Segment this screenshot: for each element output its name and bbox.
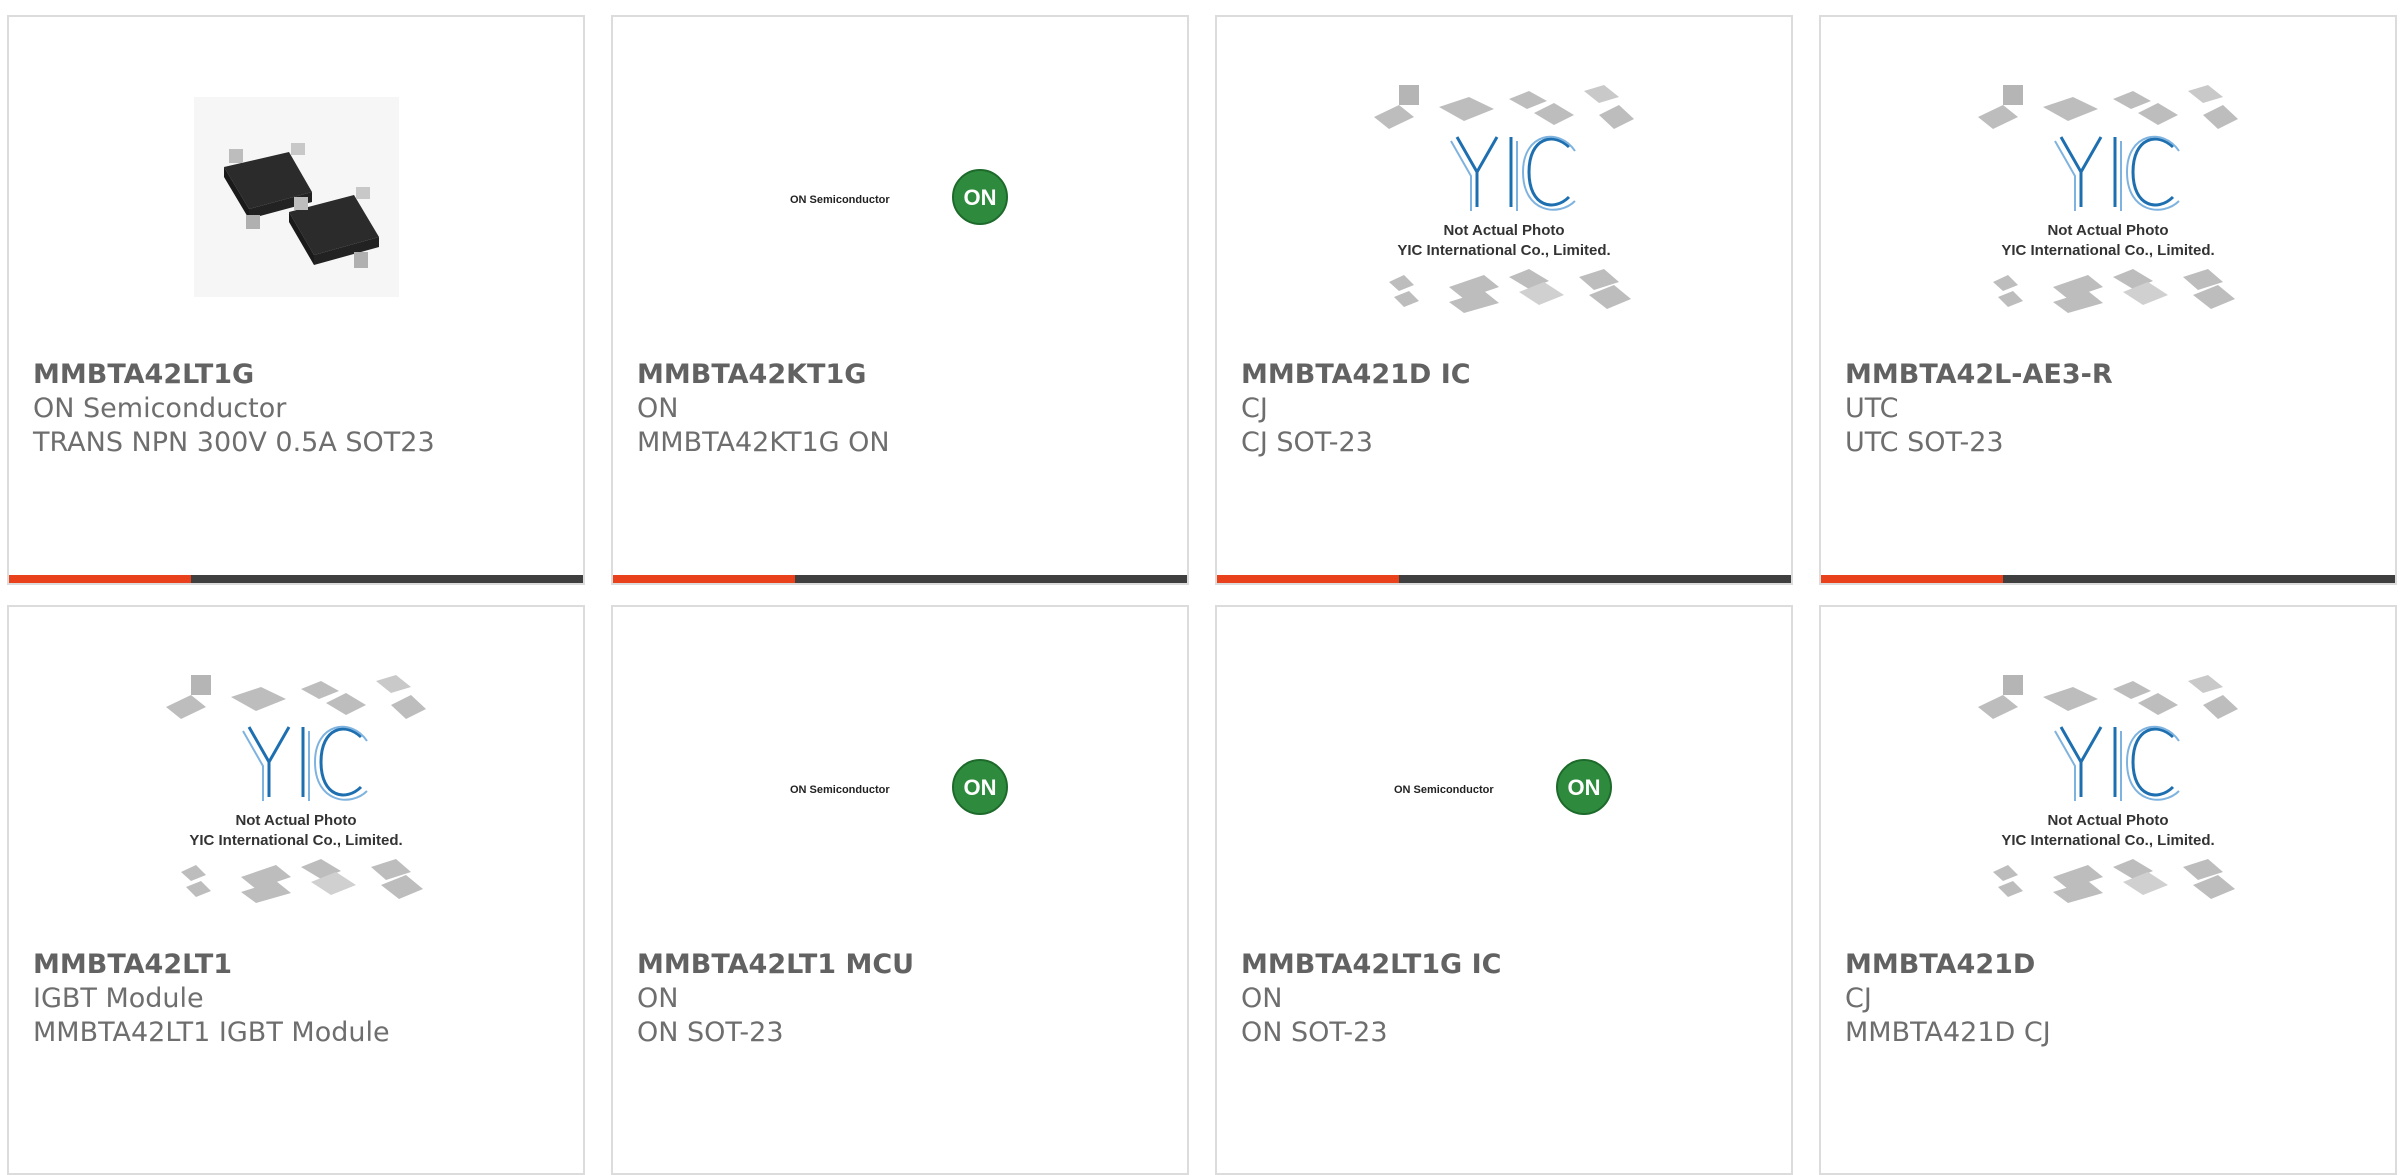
product-description: ON SOT-23 bbox=[637, 1017, 784, 1048]
card-bottom-bar bbox=[1821, 575, 2395, 583]
product-description: CJ SOT-23 bbox=[1241, 427, 1373, 458]
not-actual-photo-text: Not Actual Photo bbox=[1443, 222, 1564, 239]
product-card[interactable]: Not Actual Photo YIC International Co., … bbox=[7, 605, 585, 1175]
product-description: TRANS NPN 300V 0.5A SOT23 bbox=[33, 427, 435, 458]
transistor-photo bbox=[193, 97, 399, 297]
not-actual-photo-text: Not Actual Photo bbox=[2047, 222, 2168, 239]
product-grid: MMBTA42LT1G ON Semiconductor TRANS NPN 3… bbox=[0, 0, 2400, 1175]
product-image[interactable]: Not Actual Photo YIC International Co., … bbox=[1821, 667, 2395, 907]
card-bottom-bar bbox=[1217, 575, 1791, 583]
product-image[interactable]: Not Actual Photo YIC International Co., … bbox=[1217, 77, 1791, 317]
product-name[interactable]: MMBTA42LT1 MCU bbox=[637, 947, 1175, 982]
card-accent-bar bbox=[1821, 575, 2003, 583]
yic-placeholder-image: Not Actual Photo YIC International Co., … bbox=[1978, 85, 2238, 313]
product-manufacturer: ON bbox=[637, 983, 679, 1014]
product-card[interactable]: Not Actual Photo YIC International Co., … bbox=[1215, 15, 1793, 585]
product-name[interactable]: MMBTA42L-AE3-R bbox=[1845, 357, 2383, 392]
product-description: MMBTA421D CJ bbox=[1845, 1017, 2051, 1048]
card-accent-bar bbox=[9, 575, 191, 583]
on-logo-text: ON Semiconductor bbox=[790, 784, 890, 796]
product-description: ON SOT-23 bbox=[1241, 1017, 1388, 1048]
product-name[interactable]: MMBTA42LT1G IC bbox=[1241, 947, 1779, 982]
product-card[interactable]: Not Actual Photo YIC International Co., … bbox=[1819, 15, 2397, 585]
product-manufacturer: ON Semiconductor bbox=[33, 393, 287, 424]
card-accent-bar bbox=[613, 575, 795, 583]
product-name[interactable]: MMBTA421D IC bbox=[1241, 357, 1779, 392]
yic-placeholder-image: Not Actual Photo YIC International Co., … bbox=[1374, 85, 1634, 313]
product-description: MMBTA42LT1 IGBT Module bbox=[33, 1017, 390, 1048]
yic-placeholder-image: Not Actual Photo YIC International Co., … bbox=[166, 675, 426, 903]
yic-placeholder-image: Not Actual Photo YIC International Co., … bbox=[1978, 675, 2238, 903]
product-image[interactable]: ON Semiconductor ON bbox=[613, 667, 1187, 907]
on-logo-text: ON Semiconductor bbox=[1394, 784, 1494, 796]
product-manufacturer: CJ bbox=[1241, 393, 1268, 424]
card-accent-bar bbox=[1217, 575, 1399, 583]
not-actual-photo-text: Not Actual Photo bbox=[2047, 812, 2168, 829]
on-logo-badge: ON bbox=[964, 185, 997, 210]
on-logo-badge: ON bbox=[964, 775, 997, 800]
product-name[interactable]: MMBTA42LT1 bbox=[33, 947, 571, 982]
yic-company-text: YIC International Co., Limited. bbox=[2001, 832, 2214, 849]
product-image[interactable]: ON Semiconductor ON bbox=[1217, 667, 1791, 907]
product-description: UTC SOT-23 bbox=[1845, 427, 2004, 458]
product-image[interactable] bbox=[9, 77, 583, 317]
product-manufacturer: CJ bbox=[1845, 983, 1872, 1014]
product-card[interactable]: ON Semiconductor ON MMBTA42LT1 MCU ON ON… bbox=[611, 605, 1189, 1175]
product-image[interactable]: Not Actual Photo YIC International Co., … bbox=[1821, 77, 2395, 317]
product-name[interactable]: MMBTA42KT1G bbox=[637, 357, 1175, 392]
product-name[interactable]: MMBTA42LT1G bbox=[33, 357, 571, 392]
product-manufacturer: ON bbox=[637, 393, 679, 424]
on-semiconductor-logo: ON Semiconductor ON bbox=[1394, 759, 1612, 815]
not-actual-photo-text: Not Actual Photo bbox=[235, 812, 356, 829]
card-bottom-bar bbox=[613, 575, 1187, 583]
product-image[interactable]: ON Semiconductor ON bbox=[613, 77, 1187, 317]
product-description: MMBTA42KT1G ON bbox=[637, 427, 890, 458]
on-logo-badge: ON bbox=[1568, 775, 1601, 800]
product-card[interactable]: ON Semiconductor ON MMBTA42KT1G ON MMBTA… bbox=[611, 15, 1189, 585]
product-manufacturer: IGBT Module bbox=[33, 983, 204, 1014]
product-manufacturer: ON bbox=[1241, 983, 1283, 1014]
product-card[interactable]: Not Actual Photo YIC International Co., … bbox=[1819, 605, 2397, 1175]
yic-company-text: YIC International Co., Limited. bbox=[1397, 242, 1610, 259]
product-card[interactable]: MMBTA42LT1G ON Semiconductor TRANS NPN 3… bbox=[7, 15, 585, 585]
on-logo-text: ON Semiconductor bbox=[790, 194, 890, 206]
card-bottom-bar bbox=[9, 575, 583, 583]
product-image[interactable]: Not Actual Photo YIC International Co., … bbox=[9, 667, 583, 907]
on-semiconductor-logo: ON Semiconductor ON bbox=[790, 759, 1008, 815]
product-card[interactable]: ON Semiconductor ON MMBTA42LT1G IC ON ON… bbox=[1215, 605, 1793, 1175]
product-name[interactable]: MMBTA421D bbox=[1845, 947, 2383, 982]
product-manufacturer: UTC bbox=[1845, 393, 1899, 424]
yic-company-text: YIC International Co., Limited. bbox=[2001, 242, 2214, 259]
on-semiconductor-logo: ON Semiconductor ON bbox=[790, 169, 1008, 225]
yic-company-text: YIC International Co., Limited. bbox=[189, 832, 402, 849]
